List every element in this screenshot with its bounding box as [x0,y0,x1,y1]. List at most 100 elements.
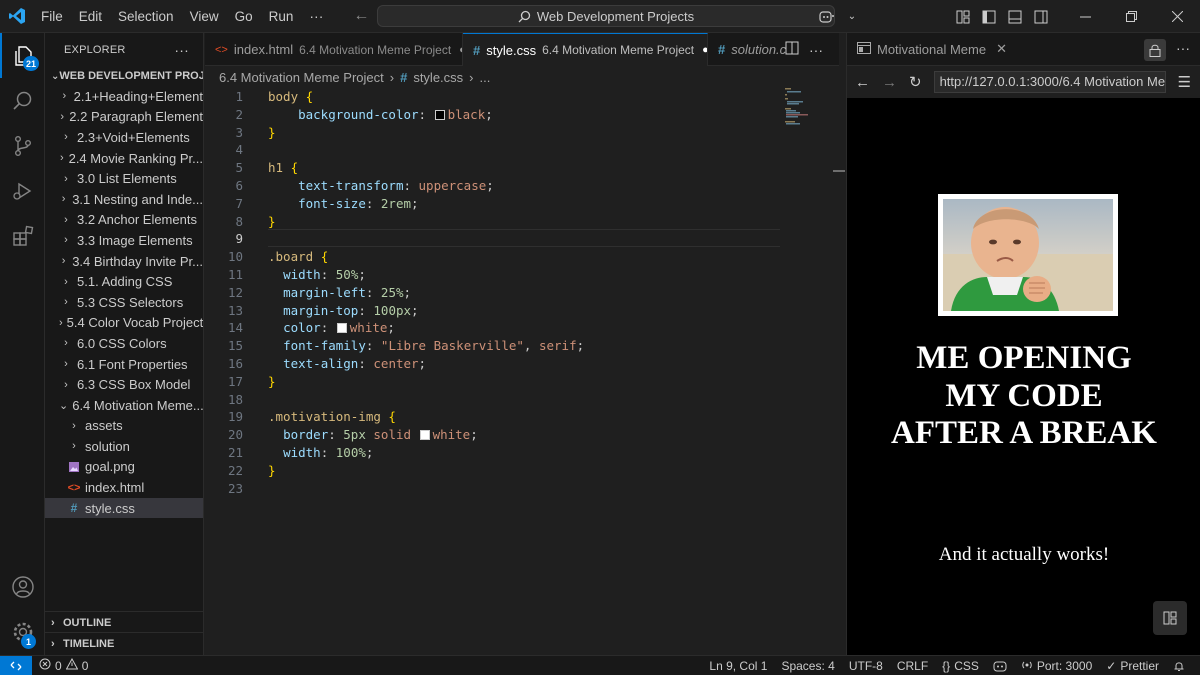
toggle-panel-icon[interactable] [1002,0,1028,33]
notifications-bell-icon[interactable] [1166,660,1192,672]
menu-view[interactable]: View [182,0,227,33]
folder-item[interactable]: › 3.4 Birthday Invite Pr... [45,251,203,272]
tab-index-html[interactable]: <> index.html 6.4 Motivation Meme Projec… [205,33,463,66]
lock-icon[interactable] [1144,39,1166,61]
encoding[interactable]: UTF-8 [842,659,890,673]
folder-item[interactable]: › 3.0 List Elements [45,168,203,189]
scrollbar-marker[interactable] [833,170,845,172]
code-brace: } [268,124,276,140]
breadcrumb-more[interactable]: ... [480,70,491,85]
minimize-icon[interactable] [1062,0,1108,33]
folder-item[interactable]: › 3.3 Image Elements [45,230,203,251]
folder-item[interactable]: › 5.4 Color Vocab Project [45,313,203,334]
address-bar[interactable]: http://127.0.0.1:3000/6.4 Motivation Mem… [933,71,1166,93]
folder-item[interactable]: › 6.0 CSS Colors [45,333,203,354]
code-editor[interactable]: 1 body { 2 background-color: black; 3} 4 … [205,88,839,655]
floating-toolbar-icon[interactable] [1153,601,1187,635]
folder-item[interactable]: › 2.2 Paragraph Element [45,107,203,128]
code-value: white [432,427,471,443]
timeline-section[interactable]: › TIMELINE [45,632,204,654]
prettier-status[interactable]: ✓ Prettier [1099,659,1166,673]
toggle-sidebar-icon[interactable] [976,0,1002,33]
menu-edit[interactable]: Edit [71,0,110,33]
file-item[interactable]: <> index.html [45,477,203,498]
split-editor-icon[interactable] [785,41,799,58]
code-property: width [283,445,321,460]
folder-item[interactable]: › 2.1+Heading+Element [45,86,203,107]
menu-run[interactable]: Run [261,0,302,33]
folder-item-open[interactable]: ⌄ 6.4 Motivation Meme... [45,395,203,416]
outline-section[interactable]: › OUTLINE [45,611,204,633]
explorer-icon[interactable]: 21 [0,33,45,78]
color-swatch[interactable] [419,430,430,441]
folder-item[interactable]: › 3.1 Nesting and Inde... [45,189,203,210]
back-arrow-icon[interactable]: ← [855,74,870,91]
menu-selection[interactable]: Selection [110,0,182,33]
preview-more-button[interactable]: ··· [1176,40,1190,56]
color-swatch[interactable] [434,109,445,120]
remote-indicator-icon[interactable] [0,655,32,675]
folder-item[interactable]: › 3.2 Anchor Elements [45,210,203,231]
folder-item[interactable]: › assets [45,416,203,437]
folder-item[interactable]: › 6.3 CSS Box Model [45,374,203,395]
line-number: 5 [235,160,243,176]
close-window-icon[interactable] [1154,0,1200,33]
language-mode[interactable]: {} CSS [935,659,986,673]
code-selector: .board [268,249,314,265]
forward-arrow-icon[interactable]: → [882,74,897,91]
search-view-icon[interactable] [0,78,45,123]
run-debug-icon[interactable] [0,168,45,213]
chevron-down-icon[interactable]: ⌄ [844,0,860,33]
source-control-icon[interactable] [0,123,45,168]
folder-item[interactable]: › solution [45,436,203,457]
error-count: 0 [55,658,62,673]
live-server-port[interactable]: Port: 3000 [1014,659,1099,674]
chevron-right-icon: › [64,275,68,288]
copilot-status-icon[interactable] [986,660,1014,672]
tab-label: style.css [486,42,537,58]
indentation[interactable]: Spaces: 4 [774,659,841,673]
command-center-search[interactable]: Web Development Projects [377,5,835,27]
folder-item[interactable]: › 5.1. Adding CSS [45,271,203,292]
folder-item[interactable]: › 2.4 Movie Ranking Pr... [45,148,203,169]
breadcrumb-file[interactable]: style.css [413,70,463,85]
breadcrumb-folder[interactable]: 6.4 Motivation Meme Project [219,70,384,85]
menu-icon[interactable]: ☰ [1178,73,1191,91]
chevron-right-icon: › [59,152,64,165]
menu-more-button[interactable]: ··· [301,8,331,24]
customize-layout-icon[interactable] [950,0,976,33]
folder-label: 2.2 Paragraph Element [69,109,203,125]
line-ending[interactable]: CRLF [890,659,935,673]
menu-file[interactable]: File [33,0,71,33]
restore-icon[interactable] [1108,0,1154,33]
chevron-right-icon: › [64,296,68,309]
toggle-secondary-sidebar-icon[interactable] [1028,0,1054,33]
file-item-selected[interactable]: # style.css [45,497,203,519]
copilot-icon[interactable] [810,0,844,33]
code-property: background-color [298,106,419,122]
account-icon[interactable] [0,564,45,609]
code-property: margin-top [283,302,359,318]
workspace-root[interactable]: ⌄ WEB DEVELOPMENT PROJ... [45,66,203,86]
language-label: CSS [954,659,979,673]
color-swatch[interactable] [336,323,347,334]
folder-item[interactable]: › 6.1 Font Properties [45,354,203,375]
close-icon[interactable]: ✕ [996,41,1007,57]
extensions-icon[interactable] [0,213,45,258]
menu-go[interactable]: Go [227,0,261,33]
reload-icon[interactable]: ↻ [909,73,922,91]
folder-item[interactable]: › 2.3+Void+Elements [45,127,203,148]
file-item[interactable]: goal.png [45,457,203,478]
manage-gear-icon[interactable]: 1 [0,609,45,654]
editor-more-button[interactable]: ··· [809,42,823,58]
code-value: white [349,320,388,336]
folder-label: 3.3 Image Elements [77,232,193,248]
back-arrow-icon[interactable]: ← [353,7,369,25]
cursor-position[interactable]: Ln 9, Col 1 [702,659,774,673]
tab-style-css[interactable]: # style.css 6.4 Motivation Meme Project … [463,33,708,66]
problems-indicator[interactable]: 0 0 [32,657,95,673]
editor-tabs: <> index.html 6.4 Motivation Meme Projec… [205,33,839,66]
minimap[interactable] [785,88,825,128]
folder-item[interactable]: › 5.3 CSS Selectors [45,292,203,313]
explorer-more-button[interactable]: ··· [174,42,189,58]
